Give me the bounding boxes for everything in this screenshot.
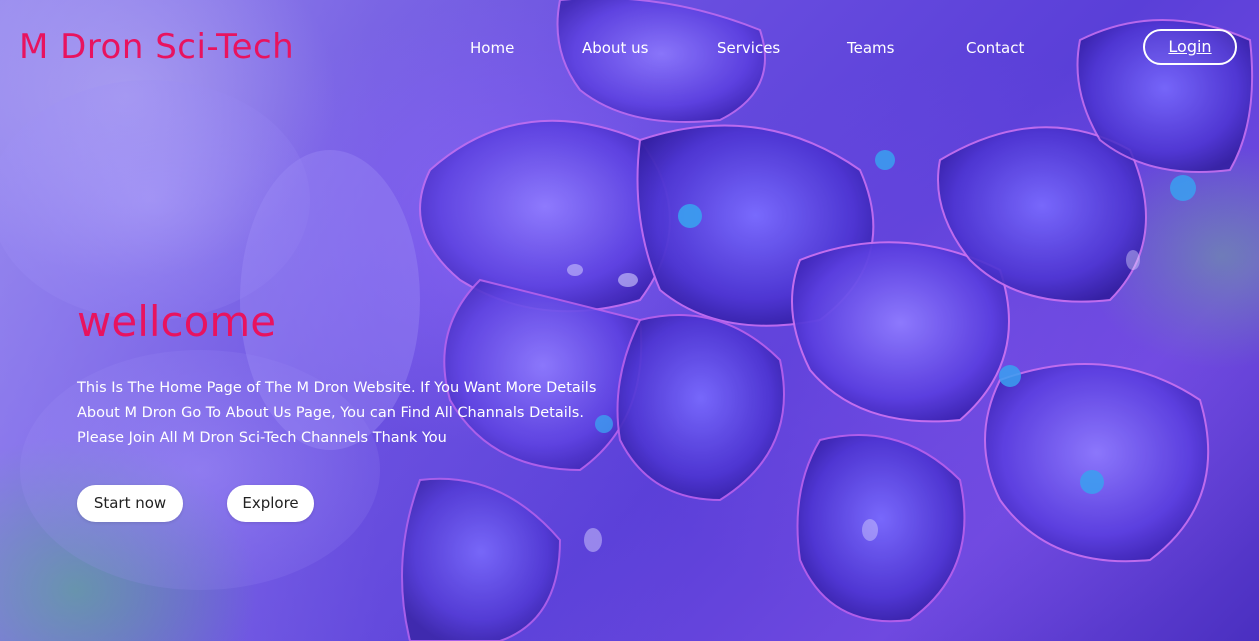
start-now-button[interactable]: Start now xyxy=(77,485,183,522)
login-button[interactable]: Login xyxy=(1143,29,1237,65)
nav-item-home[interactable]: Home xyxy=(470,36,514,60)
nav-item-contact[interactable]: Contact xyxy=(966,36,1024,60)
hero-description-line: This Is The Home Page of The M Dron Webs… xyxy=(77,380,597,396)
site-logo[interactable]: M Dron Sci-Tech xyxy=(19,24,294,70)
explore-button[interactable]: Explore xyxy=(227,485,314,522)
nav-item-services[interactable]: Services xyxy=(717,36,780,60)
nav-item-about-us[interactable]: About us xyxy=(582,36,648,60)
nav-item-teams[interactable]: Teams xyxy=(847,36,894,60)
hero-description: This Is The Home Page of The M Dron Webs… xyxy=(77,376,677,451)
hero-description-line: Please Join All M Dron Sci-Tech Channels… xyxy=(77,430,447,446)
hero-title: wellcome xyxy=(77,297,277,346)
hero-description-line: About M Dron Go To About Us Page, You ca… xyxy=(77,405,584,421)
